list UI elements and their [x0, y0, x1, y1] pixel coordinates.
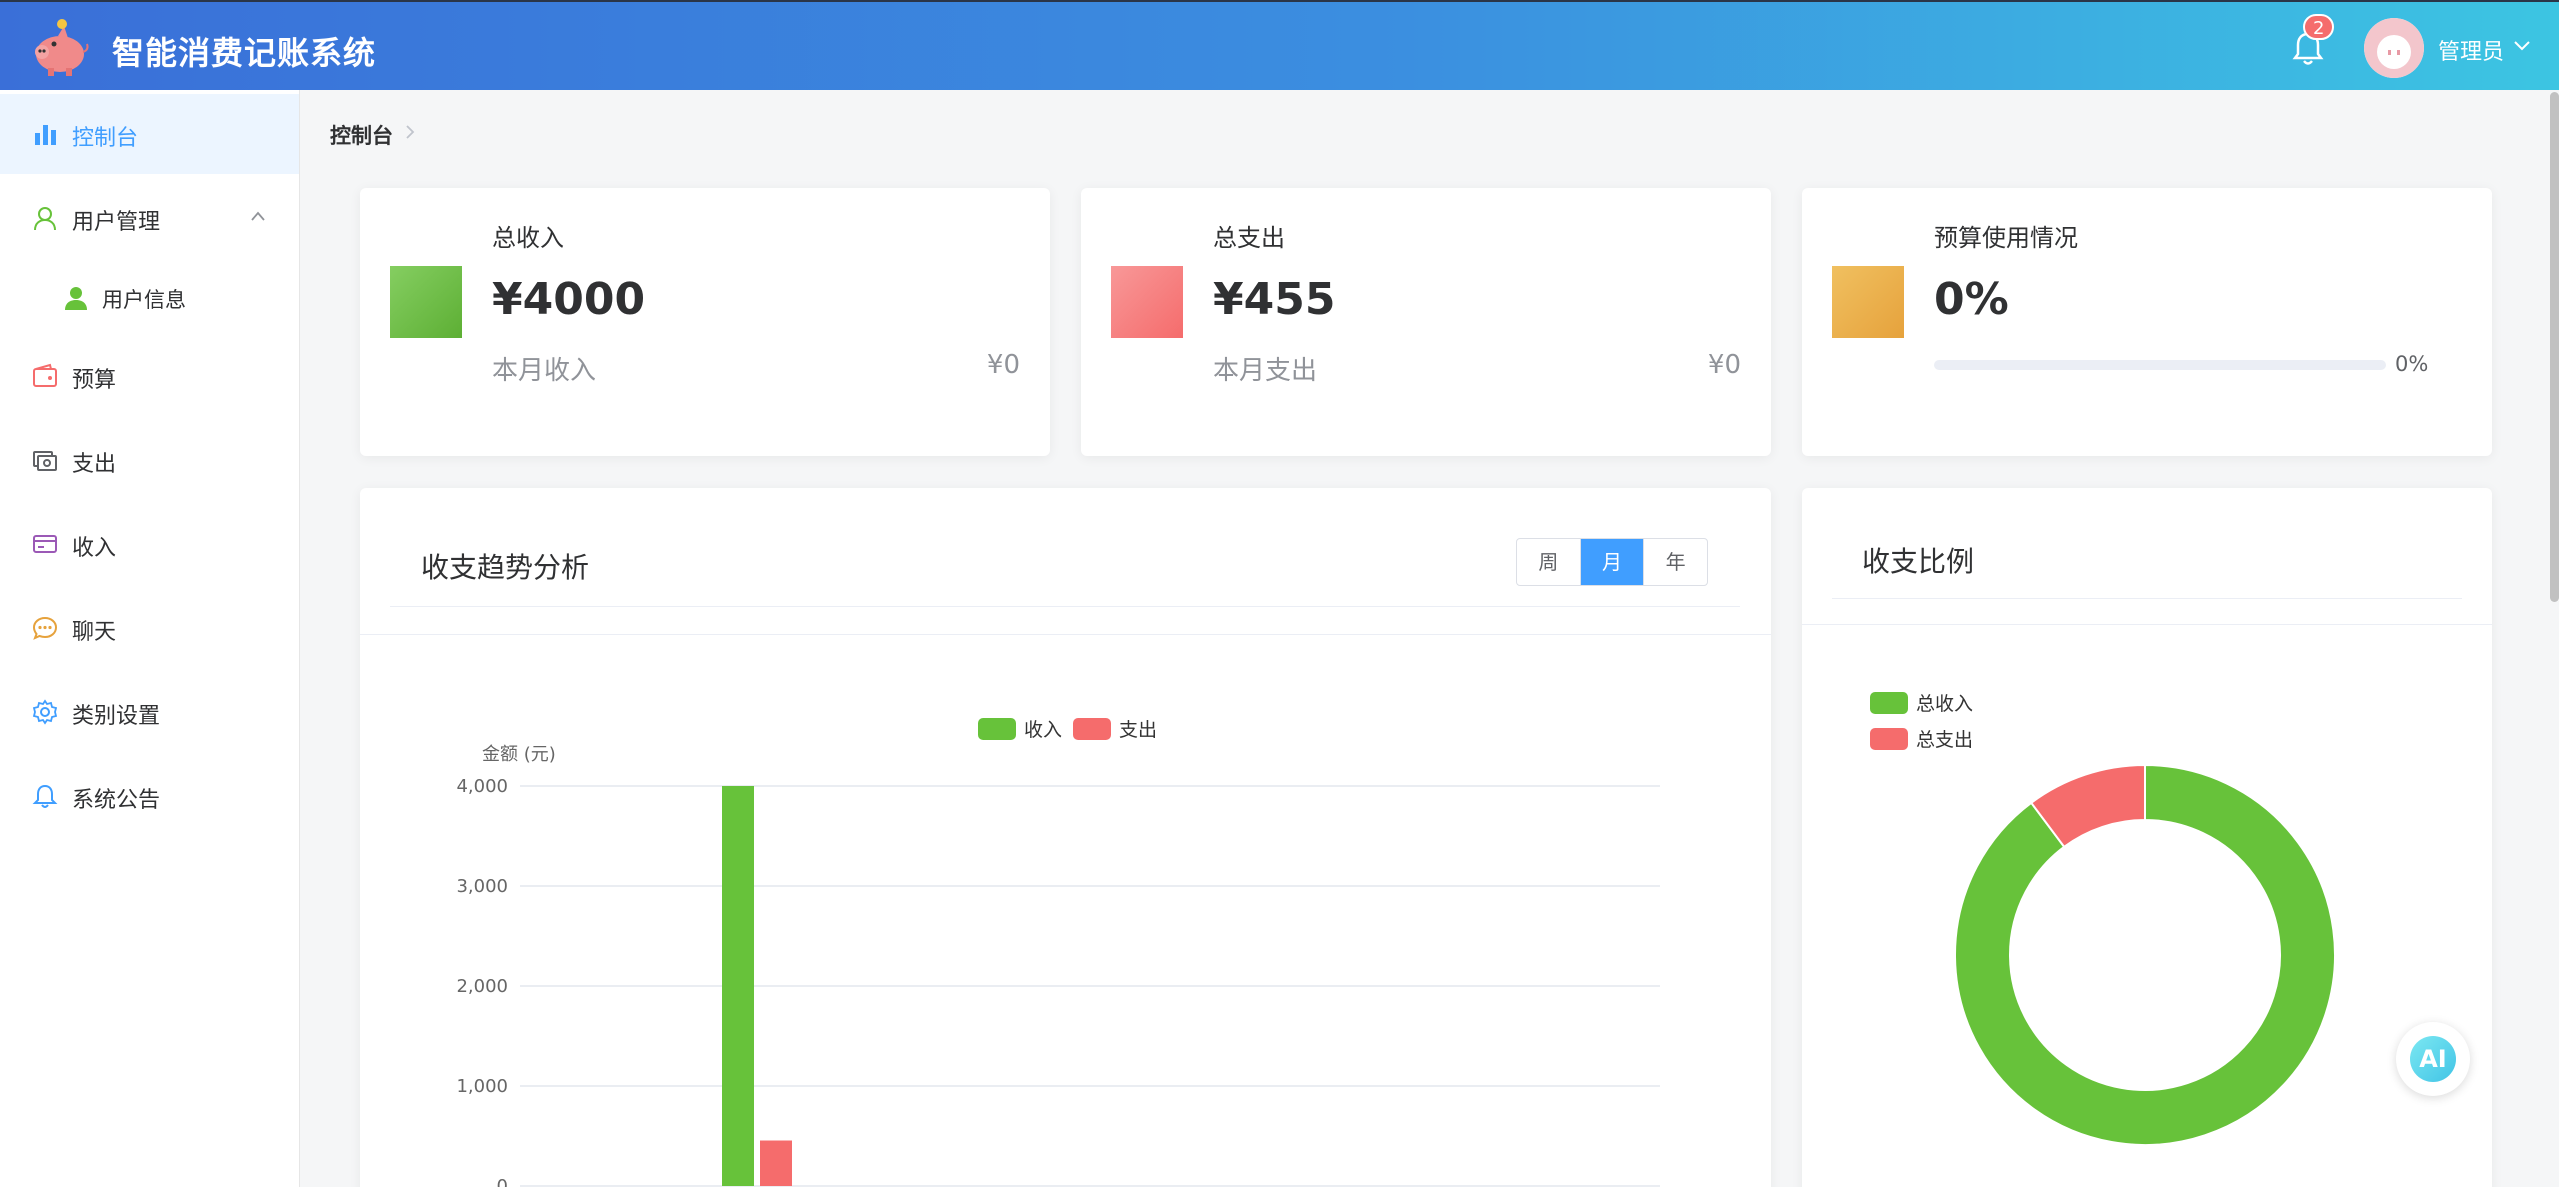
chevron-down-icon[interactable] [2512, 38, 2532, 54]
trend-bar-chart: 收入 支出金额 (元) 0 1,000 2,000 3,000 4,000 [456, 718, 1660, 1187]
expense-color-block [1111, 266, 1183, 338]
bar-chart-icon [35, 125, 56, 145]
sidebar-item-category-settings[interactable]: 类别设置 [0, 672, 299, 752]
top-header: 智能消费记账系统 2 管理员 [0, 0, 2559, 90]
stat-title: 总收入 [492, 224, 564, 252]
y-tick-label: 0 [497, 1176, 508, 1187]
chevron-right-icon [406, 125, 415, 139]
ai-label: AI [2419, 1045, 2447, 1073]
trend-title: 收支趋势分析 [421, 551, 590, 584]
money-icon [33, 451, 57, 471]
sidebar-item-label: 支出 [72, 452, 117, 477]
credit-card-icon [33, 535, 57, 553]
stat-sub-label: 本月收入 [492, 356, 597, 386]
legend-label[interactable]: 总支出 [1916, 729, 1973, 751]
sidebar-item-label: 聊天 [72, 620, 117, 645]
budget-color-block [1832, 266, 1904, 338]
app-root: 智能消费记账系统 2 管理员 控制台 用户管理 用户信息 预算 支出 收入 聊天… [0, 0, 2559, 1187]
y-tick-label: 2,000 [456, 976, 508, 997]
period-toggle: 周 月 年 [1516, 538, 1708, 586]
breadcrumb[interactable]: 控制台 [330, 120, 393, 150]
legend-swatch[interactable] [1073, 718, 1111, 740]
ratio-title: 收支比例 [1862, 545, 1975, 578]
period-week-button[interactable]: 周 [1517, 539, 1581, 585]
user-icon [34, 207, 56, 231]
donut-slice-income[interactable] [1954, 763, 2336, 1146]
legend-label[interactable]: 收入 [1024, 719, 1062, 741]
budget-progress-text: 0% [2395, 352, 2429, 376]
sidebar-item-label: 类别设置 [72, 704, 161, 729]
ratio-donut-chart: 总收入总支出 [1870, 692, 2336, 1146]
sidebar-item-dashboard[interactable]: 控制台 [0, 94, 299, 174]
legend-swatch[interactable] [1870, 728, 1908, 750]
gear-icon [32, 699, 58, 725]
y-tick-label: 3,000 [456, 876, 508, 897]
wallet-icon [33, 363, 57, 387]
page-scrollbar[interactable] [2550, 92, 2559, 602]
income-color-block [390, 266, 462, 338]
stat-title: 预算使用情况 [1934, 224, 2078, 252]
sidebar-item-expense[interactable]: 支出 [0, 420, 299, 500]
app-title: 智能消费记账系统 [112, 34, 377, 72]
income-stat-card: 总收入 ¥4000 本月收入 ¥0 [360, 188, 1050, 456]
stat-sub-label: 本月支出 [1213, 356, 1318, 386]
sidebar-item-chat[interactable]: 聊天 [0, 588, 299, 668]
sidebar-item-user-management[interactable]: 用户管理 [0, 178, 299, 258]
bar-expense[interactable] [760, 1140, 792, 1187]
stat-value: ¥455 [1213, 274, 1336, 325]
sidebar-item-label: 预算 [72, 368, 117, 393]
sidebar-item-label: 系统公告 [72, 788, 161, 813]
sidebar-item-label: 用户管理 [72, 210, 161, 235]
legend-label[interactable]: 总收入 [1916, 693, 1973, 715]
stat-sub-value: ¥0 [986, 350, 1020, 380]
bell-icon [32, 784, 58, 808]
stat-title: 总支出 [1213, 224, 1285, 252]
user-filled-icon [65, 287, 87, 310]
trend-header-divider [390, 606, 1740, 607]
stat-value: 0% [1934, 274, 2009, 325]
y-tick-label: 1,000 [456, 1076, 508, 1097]
bar-income[interactable] [722, 786, 754, 1186]
sidebar-item-announcements[interactable]: 系统公告 [0, 756, 299, 836]
chat-icon [32, 616, 58, 640]
ratio-body-divider [1802, 624, 2492, 625]
avatar[interactable] [2364, 18, 2424, 78]
chevron-up-icon [251, 211, 265, 221]
avatar-image [2364, 18, 2424, 78]
legend-swatch[interactable] [1870, 692, 1908, 714]
ai-icon: AI [2410, 1036, 2456, 1082]
expense-stat-card: 总支出 ¥455 本月支出 ¥0 [1081, 188, 1771, 456]
user-name[interactable]: 管理员 [2438, 34, 2504, 66]
period-month-button[interactable]: 月 [1580, 539, 1645, 585]
legend-swatch[interactable] [978, 718, 1016, 740]
sidebar-item-label: 收入 [72, 536, 117, 561]
sidebar: 控制台 用户管理 用户信息 预算 支出 收入 聊天 类别设置 系统公告 [0, 90, 300, 1187]
y-tick-label: 4,000 [456, 776, 508, 797]
sidebar-item-budget[interactable]: 预算 [0, 336, 299, 416]
sidebar-item-label: 用户信息 [102, 288, 186, 312]
sidebar-item-user-info[interactable]: 用户信息 [0, 258, 299, 338]
stat-sub-value: ¥0 [1707, 350, 1741, 380]
trend-body-divider [360, 634, 1771, 635]
stat-value: ¥4000 [492, 274, 646, 325]
sidebar-item-label: 控制台 [72, 126, 139, 151]
piggy-bank-logo-icon [35, 19, 89, 76]
legend-label[interactable]: 支出 [1119, 719, 1157, 741]
y-axis-label: 金额 (元) [482, 744, 556, 765]
period-year-button[interactable]: 年 [1644, 539, 1707, 585]
ratio-header-divider [1832, 598, 2462, 599]
ai-assistant-button[interactable]: AI [2396, 1022, 2470, 1096]
sidebar-item-income[interactable]: 收入 [0, 504, 299, 584]
notification-badge: 2 [2303, 14, 2335, 40]
budget-stat-card: 预算使用情况 0% 0% [1802, 188, 2492, 456]
budget-progress-bar [1934, 360, 2386, 370]
